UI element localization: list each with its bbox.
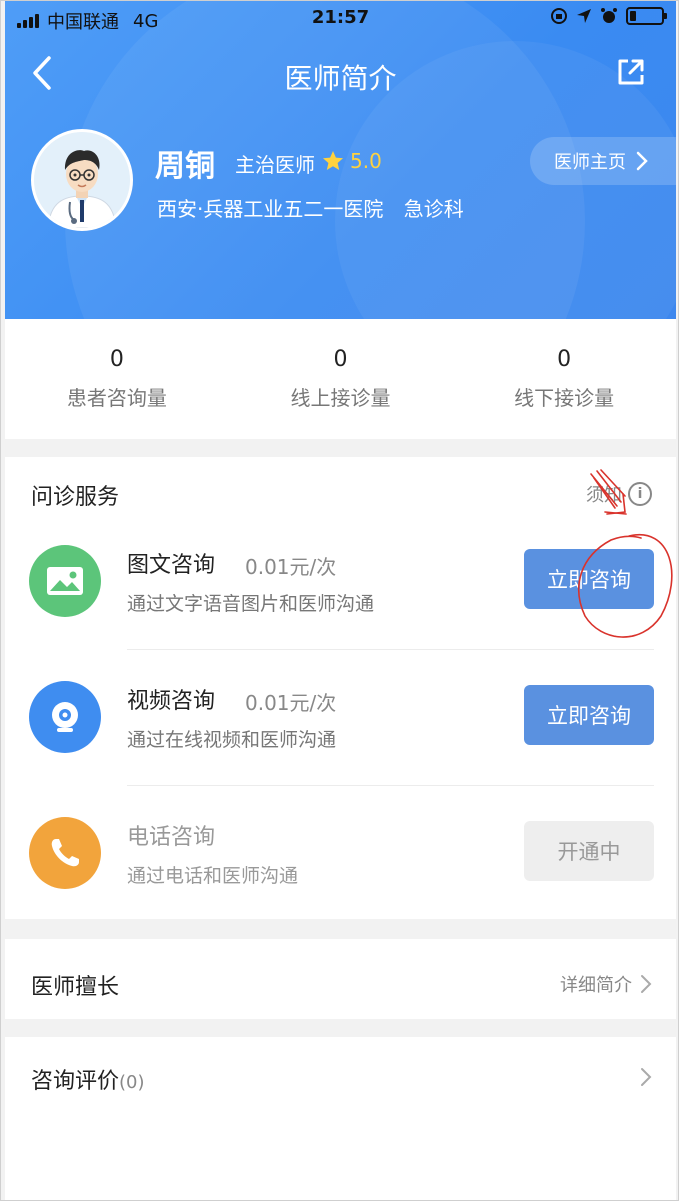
services-heading: 问诊服务	[31, 485, 120, 510]
detail-intro-label: 详细简介	[560, 975, 632, 996]
share-icon[interactable]	[616, 57, 646, 87]
stat-offline-visits: 0 线下接诊量	[452, 319, 676, 439]
divider	[127, 649, 654, 650]
doctor-rating: 5.0	[350, 149, 382, 173]
doctor-homepage-button[interactable]: 医师主页	[530, 137, 676, 185]
stats-panel: 0 患者咨询量 0 线上接诊量 0 线下接诊量	[5, 319, 676, 439]
stat-label: 患者咨询量	[66, 386, 167, 410]
service-name: 电话咨询	[127, 825, 216, 850]
phone-icon	[29, 817, 101, 889]
doctor-affiliation: 西安·兵器工业五二一医院 急诊科	[157, 193, 464, 222]
image-icon	[29, 545, 101, 617]
stat-value: 0	[333, 347, 348, 372]
opening-soon-button[interactable]: 开通中	[524, 821, 654, 881]
page: 中国联通 4G 21:57 医师简介 周铜 主治医师 5.0 西安·兵器工业五二…	[0, 0, 679, 1201]
stat-label: 线上接诊量	[290, 386, 391, 410]
star-icon	[323, 151, 343, 170]
alarm-icon	[601, 8, 617, 23]
service-video-consult: 视频咨询 0.01元/次 通过在线视频和医师沟通 立即咨询	[5, 665, 676, 801]
consult-services: 问诊服务 须知 i 图文咨询 0.01元/次 通过文字语音图片和医师沟通 立即咨…	[5, 457, 676, 919]
detail-intro-link[interactable]: 详细简介	[560, 971, 652, 997]
reviews-link[interactable]	[640, 1067, 652, 1087]
expertise-title: 医师擅长	[31, 975, 120, 1000]
stat-online-visits: 0 线上接诊量	[229, 319, 453, 439]
consult-now-button[interactable]: 立即咨询	[524, 685, 654, 745]
department-name: 急诊科	[403, 197, 464, 221]
camera-icon	[29, 681, 101, 753]
doctor-title: 主治医师	[235, 153, 315, 177]
service-desc: 通过电话和医师沟通	[127, 865, 299, 887]
homepage-label: 医师主页	[554, 152, 626, 173]
stat-label: 线下接诊量	[514, 386, 615, 410]
chevron-right-icon	[641, 1068, 652, 1086]
divider	[127, 785, 654, 786]
services-notice-link[interactable]: 须知 i	[586, 481, 652, 507]
status-right	[550, 7, 667, 25]
service-name: 视频咨询	[127, 689, 216, 714]
reviews-count: (0)	[119, 1072, 145, 1093]
info-icon: i	[628, 482, 652, 506]
stat-value: 0	[557, 347, 572, 372]
expertise-section[interactable]: 医师擅长 详细简介	[5, 939, 676, 1019]
doctor-header: 中国联通 4G 21:57 医师简介 周铜 主治医师 5.0 西安·兵器工业五二…	[5, 1, 676, 319]
page-title: 医师简介	[284, 62, 397, 95]
notice-label: 须知	[586, 485, 622, 506]
hospital-name: 西安·兵器工业五二一医院	[157, 197, 384, 221]
reviews-title-label: 咨询评价	[31, 1069, 120, 1094]
rotation-lock-icon	[551, 8, 567, 24]
consult-now-button[interactable]: 立即咨询	[524, 549, 654, 609]
battery-icon	[626, 7, 667, 25]
doctor-avatar-icon	[34, 132, 130, 228]
service-desc: 通过文字语音图片和医师沟通	[127, 593, 375, 615]
doctor-avatar	[31, 129, 133, 231]
service-phone-consult: 电话咨询 通过电话和医师沟通 开通中	[5, 801, 676, 937]
stat-value: 0	[109, 347, 124, 372]
service-desc: 通过在线视频和医师沟通	[127, 729, 337, 751]
service-text-consult: 图文咨询 0.01元/次 通过文字语音图片和医师沟通 立即咨询	[5, 529, 676, 665]
service-name: 图文咨询	[127, 553, 216, 578]
service-price: 0.01元/次	[245, 555, 337, 579]
doctor-name: 周铜	[155, 149, 215, 184]
reviews-title: 咨询评价(0)	[31, 1063, 145, 1095]
location-icon	[577, 9, 591, 23]
stat-patient-consults: 0 患者咨询量	[5, 319, 229, 439]
service-price: 0.01元/次	[245, 691, 337, 715]
chevron-right-icon	[641, 975, 652, 993]
status-bar: 中国联通 4G 21:57	[5, 1, 676, 37]
reviews-section[interactable]: 咨询评价(0)	[5, 1037, 676, 1200]
chevron-right-icon	[636, 151, 648, 171]
